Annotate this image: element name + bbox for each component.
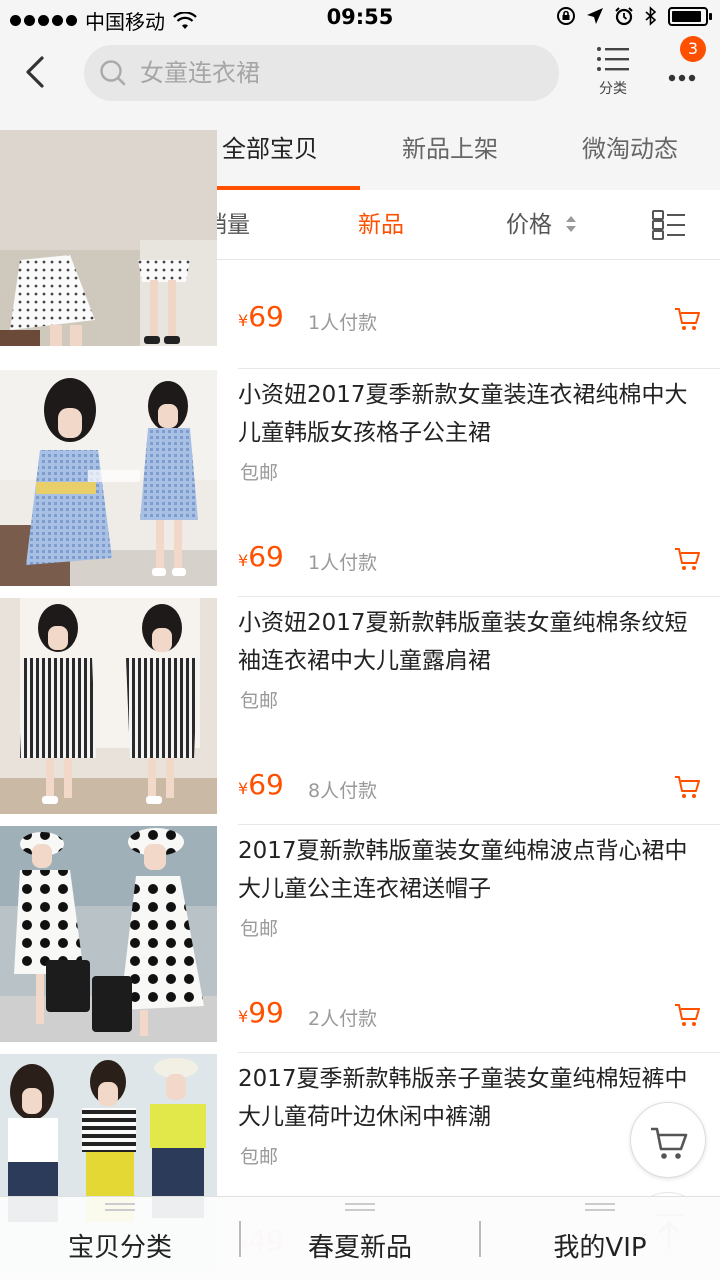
search-input[interactable] [140, 45, 540, 101]
product-sales: 8人付款 [308, 780, 378, 802]
product-image[interactable] [0, 826, 217, 1042]
search-header: 分类 [0, 36, 720, 112]
list-menu-icon [597, 47, 629, 71]
product-price: ¥69 [238, 540, 284, 573]
bottom-item-categories[interactable]: 宝贝分类 [0, 1197, 240, 1280]
free-shipping-label: 包邮 [240, 690, 279, 712]
product-title[interactable]: 小资妞2017夏季新款女童装连衣裙纯棉中大儿童韩版女孩格子公主裙 [238, 376, 698, 452]
product-title[interactable]: 小资妞2017夏新款韩版童装女童纯棉条纹短袖连衣裙中大儿童露肩裙 [238, 604, 698, 680]
product-title[interactable]: 2017夏新款韩版童装女童纯棉波点背心裙中大儿童公主连衣裙送帽子 [238, 832, 698, 908]
product-price: ¥69 [238, 768, 284, 801]
product-item[interactable]: 小资妞2017夏新款韩版童装女童纯棉条纹短袖连衣裙中大儿童露肩裙 包邮 ¥69 … [0, 598, 720, 826]
bottom-item-label: 春夏新品 [307, 1233, 412, 1263]
product-sales: 1人付款 [308, 312, 378, 334]
back-button[interactable] [14, 50, 58, 94]
product-image[interactable] [0, 130, 217, 346]
status-right [556, 6, 712, 26]
location-icon [587, 8, 603, 24]
status-bar: 中国移动 09:55 [0, 0, 720, 36]
category-button[interactable]: 分类 [588, 46, 638, 102]
product-price: ¥69 [238, 300, 284, 333]
free-shipping-label: 包邮 [240, 1146, 279, 1168]
category-label: 分类 [599, 81, 627, 97]
divider [239, 1221, 241, 1257]
search-box[interactable] [84, 45, 559, 101]
floating-cart-button[interactable] [630, 1102, 706, 1178]
add-to-cart-icon[interactable] [674, 546, 700, 572]
product-sales: 1人付款 [308, 552, 378, 574]
product-sales: 2人付款 [308, 1008, 378, 1030]
bottom-item-label: 我的VIP [553, 1233, 647, 1263]
bottom-item-spring-summer[interactable]: 春夏新品 [240, 1197, 480, 1280]
menu-lines-icon [585, 1203, 615, 1211]
menu-lines-icon [345, 1203, 375, 1211]
product-item[interactable]: 2017夏新款韩版童装女童纯棉波点背心裙中大儿童公主连衣裙送帽子 包邮 ¥99 … [0, 826, 720, 1054]
notification-badge: 3 [680, 36, 706, 62]
product-image[interactable] [0, 598, 217, 814]
divider [238, 368, 720, 369]
divider [238, 824, 720, 825]
bluetooth-icon [645, 6, 657, 26]
free-shipping-label: 包邮 [240, 462, 279, 484]
add-to-cart-icon[interactable] [674, 1002, 700, 1028]
alarm-icon [615, 7, 633, 26]
bottom-item-label: 宝贝分类 [67, 1233, 172, 1263]
product-item[interactable]: 小资妞2017夏季新款女童装连衣裙纯棉中大儿童韩版女孩格子公主裙 包邮 ¥69 … [0, 370, 720, 598]
product-image[interactable] [0, 370, 217, 586]
add-to-cart-icon[interactable] [674, 774, 700, 800]
battery-fill [672, 10, 701, 22]
divider [479, 1221, 481, 1257]
menu-lines-icon [105, 1203, 135, 1211]
product-price: ¥99 [238, 996, 284, 1029]
add-to-cart-icon[interactable] [674, 306, 700, 332]
bottom-bar: 宝贝分类 春夏新品 我的VIP [0, 1196, 720, 1280]
divider [238, 596, 720, 597]
product-item[interactable]: ¥69 1人付款 [0, 130, 720, 358]
product-title[interactable]: 2017夏季新款韩版亲子童装女童纯棉短裤中大儿童荷叶边休闲中裤潮 [238, 1060, 698, 1136]
rotation-lock-icon [557, 7, 575, 25]
battery-icon [668, 6, 712, 26]
cart-icon [651, 1127, 688, 1159]
free-shipping-label: 包邮 [240, 918, 279, 940]
divider [238, 1052, 720, 1053]
bottom-item-vip[interactable]: 我的VIP [480, 1197, 720, 1280]
search-icon [100, 60, 126, 86]
